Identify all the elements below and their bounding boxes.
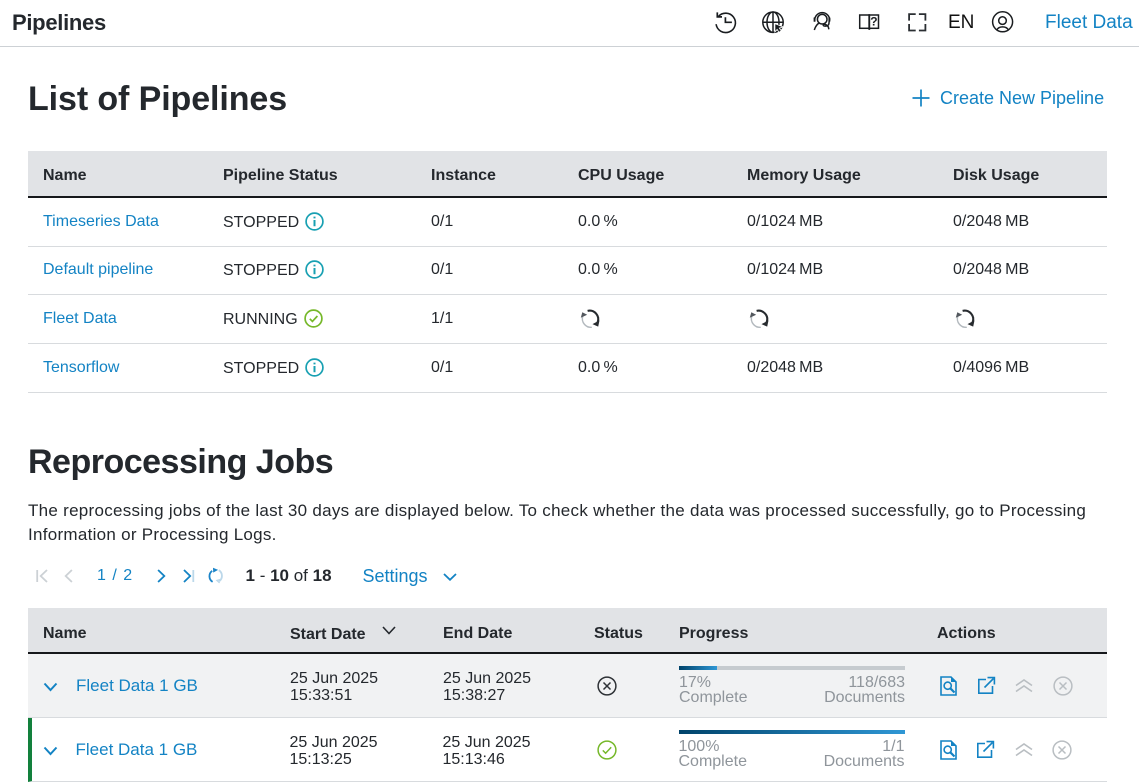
svg-text:?: ? [870,15,877,29]
